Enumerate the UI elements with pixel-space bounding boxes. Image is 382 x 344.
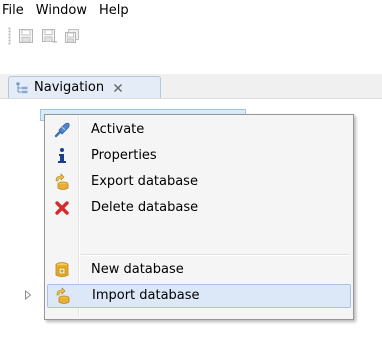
menu-item-label: Activate [91, 122, 145, 137]
activate-plug-icon [47, 118, 77, 142]
save-button[interactable] [17, 27, 35, 45]
menu-bar: File Window Help [0, 0, 382, 22]
close-icon[interactable] [112, 82, 124, 94]
view-tab-strip: Navigation [0, 74, 382, 99]
menu-separator [81, 254, 349, 256]
save-icon [19, 29, 33, 43]
menu-item-properties[interactable]: Properties [47, 144, 351, 168]
menu-file[interactable]: File [0, 1, 30, 21]
menu-item-label: Export database [91, 174, 198, 189]
delete-icon [47, 196, 77, 220]
menu-item-import-database[interactable]: Import database [47, 284, 351, 308]
import-database-icon [48, 284, 78, 308]
context-menu: Activate Properties Export database Dele… [44, 114, 354, 320]
save-all-button[interactable] [63, 27, 81, 45]
menu-item-label: Properties [91, 148, 157, 163]
toolbar-grip[interactable] [8, 27, 11, 45]
navigation-tree-icon [15, 81, 29, 95]
new-database-icon [47, 258, 77, 282]
menu-item-label: Import database [92, 288, 200, 303]
tab-navigation-label: Navigation [34, 80, 105, 95]
export-database-icon [47, 170, 77, 194]
menu-item-delete-database[interactable]: Delete database [47, 196, 351, 220]
toolbar [0, 23, 382, 49]
save-all-icon [65, 29, 79, 43]
application-window: File Window Help Navigation Activate Pro… [0, 0, 382, 344]
save-as-button[interactable] [40, 27, 58, 45]
menu-window[interactable]: Window [30, 1, 93, 21]
menu-item-new-database[interactable]: New database [47, 258, 351, 282]
save-as-icon [42, 29, 57, 43]
tree-expander-icon[interactable] [24, 290, 32, 300]
menu-item-activate[interactable]: Activate [47, 118, 351, 142]
menu-item-label: Delete database [91, 200, 199, 215]
menu-help[interactable]: Help [93, 1, 135, 21]
menu-item-export-database[interactable]: Export database [47, 170, 351, 194]
info-icon [47, 144, 77, 168]
menu-item-label: New database [91, 262, 184, 277]
tab-navigation[interactable]: Navigation [8, 76, 161, 98]
